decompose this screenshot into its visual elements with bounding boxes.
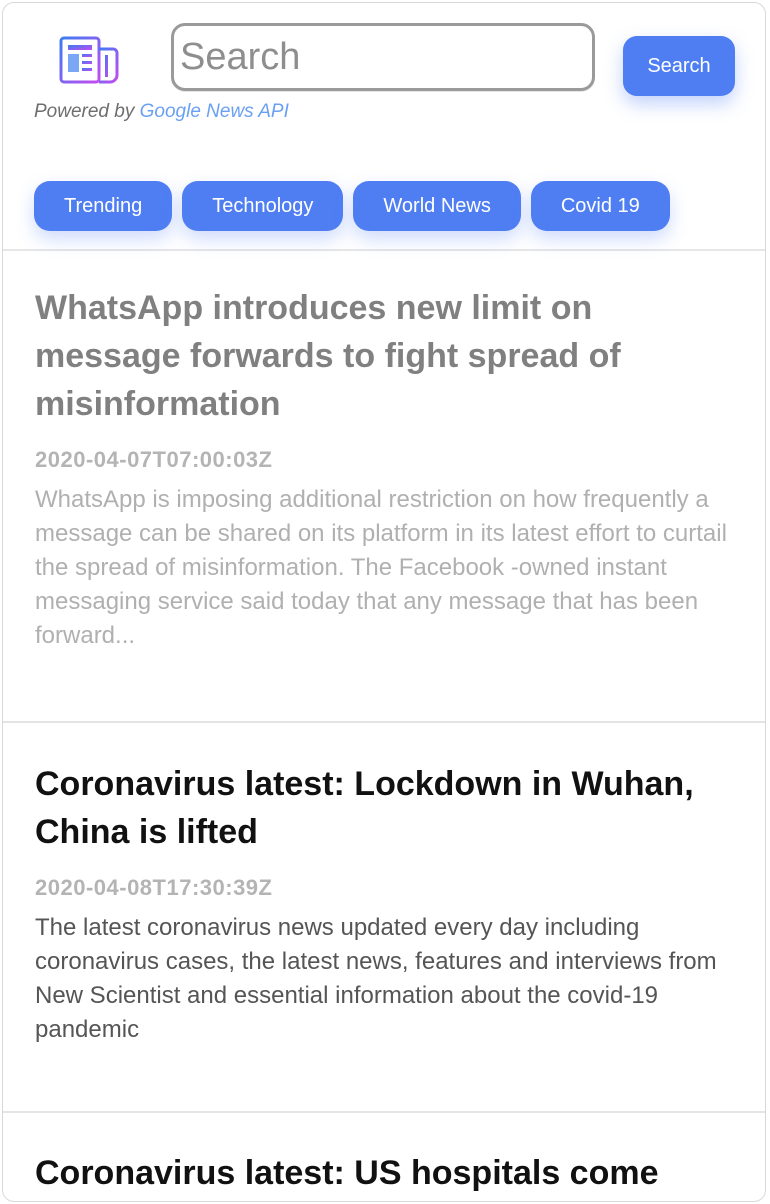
news-popup: Search Powered by Google News API Trendi…	[2, 2, 766, 1202]
article-title[interactable]: WhatsApp introduces new limit on message…	[35, 284, 733, 428]
article-date: 2020-04-08T17:30:39Z	[35, 875, 273, 900]
category-tabs: Trending Technology World News Covid 19	[34, 181, 670, 231]
tab-technology[interactable]: Technology	[182, 181, 344, 231]
article-item[interactable]: WhatsApp introduces new limit on message…	[3, 251, 765, 723]
tab-covid-19[interactable]: Covid 19	[530, 181, 670, 231]
article-description: WhatsApp is imposing additional restrict…	[35, 486, 727, 649]
article-title[interactable]: Coronavirus latest: US hospitals come	[35, 1149, 733, 1197]
newspaper-icon	[59, 36, 119, 84]
google-news-api-link[interactable]: Google News API	[140, 101, 289, 122]
article-date: 2020-04-07T07:00:03Z	[35, 447, 273, 472]
header: Search Powered by Google News API Trendi…	[3, 3, 765, 251]
article-title[interactable]: Coronavirus latest: Lockdown in Wuhan, C…	[35, 760, 733, 856]
article-description: The latest coronavirus news updated ever…	[35, 914, 717, 1043]
powered-by: Powered by Google News API	[34, 101, 289, 123]
search-input[interactable]	[171, 23, 595, 91]
powered-by-prefix: Powered by	[34, 101, 135, 122]
article-list: WhatsApp introduces new limit on message…	[3, 251, 765, 1201]
article-item[interactable]: Coronavirus latest: US hospitals come	[3, 1113, 765, 1201]
tab-world-news[interactable]: World News	[353, 181, 521, 231]
tab-trending[interactable]: Trending	[34, 181, 173, 231]
article-item[interactable]: Coronavirus latest: Lockdown in Wuhan, C…	[3, 723, 765, 1113]
search-button[interactable]: Search	[623, 36, 735, 96]
